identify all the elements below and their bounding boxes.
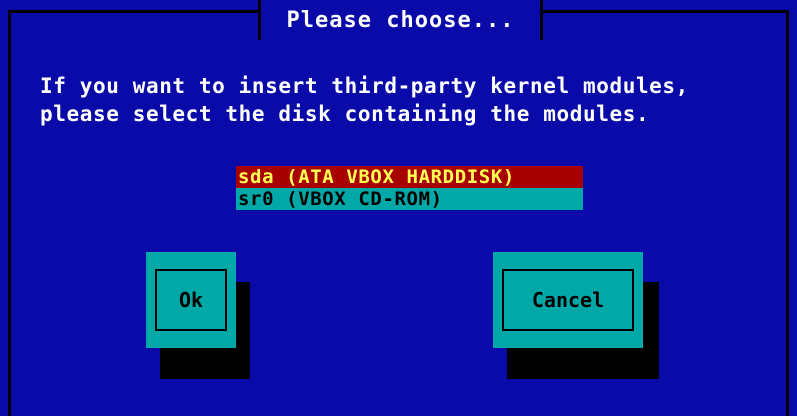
message-line-2: please select the disk containing the mo… <box>40 102 650 126</box>
disk-item-sr0[interactable]: sr0 (VBOX CD-ROM) <box>236 188 583 210</box>
ok-button[interactable]: Ok <box>146 252 236 348</box>
cancel-button[interactable]: Cancel <box>493 252 643 348</box>
ok-button-label: Ok <box>178 288 204 312</box>
message-line-1: If you want to insert third-party kernel… <box>40 74 689 98</box>
screen: Please choose... If you want to insert t… <box>0 0 797 416</box>
ok-button-frame: Ok <box>155 269 227 331</box>
dialog-message: If you want to insert third-party kernel… <box>40 72 689 128</box>
dialog-title: Please choose... <box>258 0 543 40</box>
disk-listbox[interactable]: sda (ATA VBOX HARDDISK) sr0 (VBOX CD-ROM… <box>236 166 583 210</box>
cancel-button-frame: Cancel <box>502 269 634 331</box>
dialog-frame <box>8 10 789 416</box>
disk-item-sda[interactable]: sda (ATA VBOX HARDDISK) <box>236 166 583 188</box>
cancel-button-label: Cancel <box>531 288 605 312</box>
dialog-title-text: Please choose... <box>286 7 515 33</box>
disk-selection-dialog: Please choose... If you want to insert t… <box>0 0 797 416</box>
